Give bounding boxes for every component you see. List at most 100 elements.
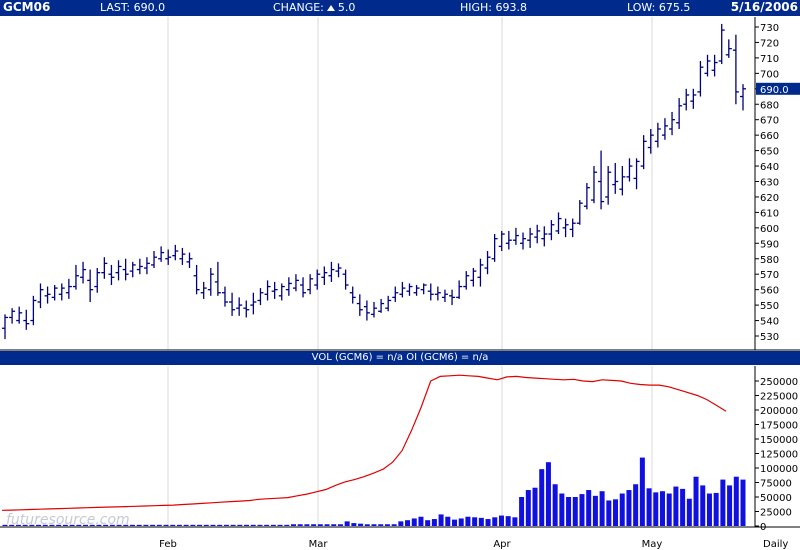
volume-bar: [619, 493, 625, 526]
volume-bar: [425, 520, 431, 526]
volume-bar: [458, 518, 464, 526]
volume-bar: [290, 524, 296, 526]
volume-bar: [378, 524, 384, 526]
y-tick-label: 250000: [760, 377, 798, 388]
volume-bar: [525, 490, 531, 526]
volume-bar: [176, 524, 182, 526]
volume-bar: [384, 524, 390, 526]
y-tick-label: 50000: [760, 493, 792, 504]
volume-bar: [532, 487, 538, 526]
volume-bar: [197, 524, 203, 526]
x-tick-label: Apr: [493, 539, 511, 550]
volume-bar: [606, 500, 612, 526]
volume-bar: [438, 514, 444, 526]
volume-bar: [539, 469, 545, 526]
chart-window: GCM06 LAST: 690.0 CHANGE: 5.0 HIGH: 693.8…: [0, 0, 800, 550]
volume-bar: [592, 495, 598, 526]
volume-bar: [411, 518, 417, 526]
volume-bar: [465, 516, 471, 526]
volume-bar: [364, 524, 370, 526]
volume-bar: [150, 524, 156, 526]
volume-bar: [297, 524, 303, 526]
volume-bar: [579, 494, 585, 526]
y-tick-label: 225000: [760, 392, 798, 403]
y-tick-label: 100000: [760, 464, 798, 475]
volume-bar: [217, 524, 223, 526]
volume-bar: [727, 485, 733, 526]
volume-bar: [391, 524, 397, 526]
volume-bar: [337, 524, 343, 526]
volume-bar: [244, 524, 250, 526]
volume-bar: [250, 524, 256, 526]
volume-bar: [666, 493, 672, 526]
volume-bar: [680, 488, 686, 526]
volume-bar: [311, 524, 317, 526]
x-tick-label: Mar: [309, 539, 329, 550]
volume-bar: [344, 521, 350, 526]
volume-bar: [277, 524, 283, 526]
volume-bar: [136, 524, 142, 526]
volume-bar: [512, 517, 518, 526]
volume-bar: [586, 490, 592, 526]
y-tick-label: 125000: [760, 450, 798, 461]
volume-bar: [653, 492, 659, 526]
volume-bar: [398, 521, 404, 526]
volume-bar: [317, 524, 323, 526]
volume-bar: [331, 524, 337, 526]
volume-bar: [599, 491, 605, 526]
volume-bar: [210, 524, 216, 526]
volume-bar: [230, 524, 236, 526]
volume-bar: [733, 476, 739, 526]
volume-bar: [284, 524, 290, 526]
volume-bar: [740, 479, 746, 526]
volume-bar: [452, 519, 458, 526]
volume-bar: [418, 516, 424, 526]
volume-bar: [324, 524, 330, 526]
volume-bar: [505, 516, 511, 526]
volume-bar: [485, 519, 491, 526]
volume-bar: [129, 524, 135, 526]
volume-bar: [613, 499, 619, 526]
y-tick-label: 175000: [760, 421, 798, 432]
y-tick-label: 75000: [760, 479, 792, 490]
volume-bar: [351, 523, 357, 526]
volume-bar: [659, 491, 665, 526]
volume-bar: [478, 517, 484, 526]
volume-bar: [626, 490, 632, 526]
volume-bar: [646, 488, 652, 526]
volume-bar: [445, 516, 451, 526]
volume-bar: [686, 498, 692, 526]
volume-bar: [552, 484, 558, 526]
volume-bar: [156, 524, 162, 526]
volume-bar: [170, 524, 176, 526]
volume-bar: [498, 515, 504, 526]
volume-bar: [519, 497, 525, 526]
volume-bar: [706, 493, 712, 526]
x-tick-label: Daily: [763, 539, 788, 550]
volume-bar: [720, 479, 726, 526]
volume-bar: [566, 497, 572, 526]
volume-bar: [492, 517, 498, 526]
volume-bar: [190, 524, 196, 526]
watermark-text: futuresource.com: [6, 512, 130, 528]
volume-bar: [237, 524, 243, 526]
volume-bar: [693, 476, 699, 526]
volume-bar: [639, 457, 645, 526]
volume-bar: [572, 497, 578, 526]
volume-bar: [304, 524, 310, 526]
volume-bar: [223, 524, 229, 526]
y-tick-label: 25000: [760, 508, 792, 519]
x-tick-label: Feb: [159, 539, 177, 550]
volume-bar: [270, 524, 276, 526]
volume-bar: [405, 520, 411, 526]
volume-bar: [163, 524, 169, 526]
volume-bar: [559, 493, 565, 526]
volume-bar: [673, 486, 679, 526]
volume-bar: [203, 524, 209, 526]
volume-bar: [143, 524, 149, 526]
volume-bar: [633, 484, 639, 526]
volume-bar: [545, 462, 551, 526]
volume-bar: [371, 524, 377, 526]
y-tick-label: 200000: [760, 406, 798, 417]
y-tick-label: 150000: [760, 435, 798, 446]
